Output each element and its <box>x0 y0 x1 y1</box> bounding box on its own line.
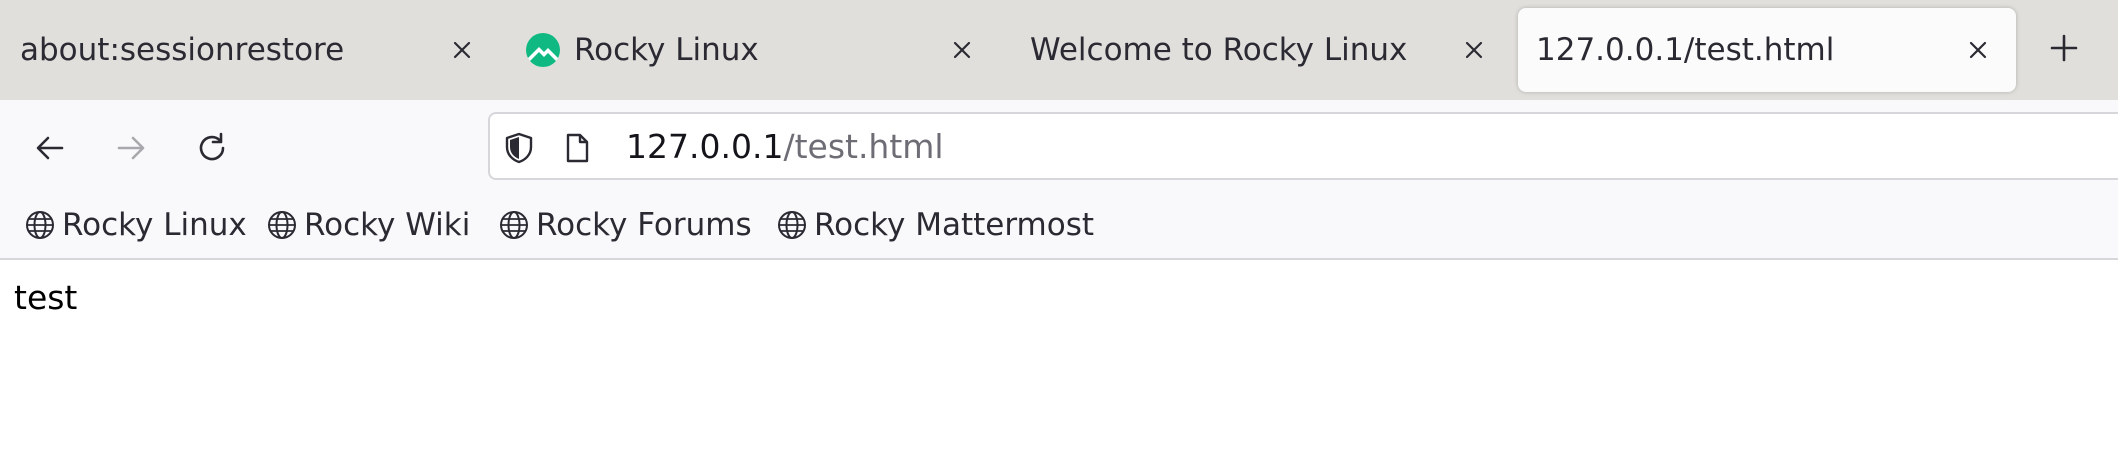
shield-icon[interactable] <box>502 131 536 165</box>
url-host: 127.0.0.1 <box>626 127 784 166</box>
url-text[interactable]: 127.0.0.1/test.html <box>626 124 944 170</box>
tab-welcome-rocky-linux[interactable]: Welcome to Rocky Linux <box>1008 8 1496 92</box>
bookmark-label: Rocky Wiki <box>304 207 471 243</box>
new-tab-plus-icon[interactable] <box>2044 28 2084 68</box>
tab-title: about:sessionrestore <box>20 32 345 68</box>
globe-icon <box>268 211 296 239</box>
bookmark-label: Rocky Forums <box>536 207 752 243</box>
tab-title: Welcome to Rocky Linux <box>1030 32 1408 68</box>
url-bar[interactable]: 127.0.0.1/test.html <box>488 112 2118 180</box>
tab-about-sessionrestore[interactable]: about:sessionrestore <box>8 8 496 92</box>
globe-icon <box>26 211 54 239</box>
tab-title: 127.0.0.1/test.html <box>1536 32 1835 68</box>
navigation-toolbar: 127.0.0.1/test.html <box>0 100 2118 194</box>
bookmark-rocky-wiki[interactable]: Rocky Wiki <box>266 200 470 250</box>
forward-arrow-icon[interactable] <box>113 130 149 166</box>
bookmark-rocky-forums[interactable]: Rocky Forums <box>498 200 752 250</box>
tab-strip: about:sessionrestore Rocky Linux Welcome… <box>0 0 2118 100</box>
close-icon[interactable] <box>1966 38 1990 62</box>
browser-window: about:sessionrestore Rocky Linux Welcome… <box>0 0 2118 462</box>
rocky-linux-logo-icon <box>526 33 560 68</box>
bookmark-label: Rocky Mattermost <box>814 207 1094 243</box>
bookmark-rocky-mattermost[interactable]: Rocky Mattermost <box>776 200 1094 250</box>
globe-icon <box>778 211 806 239</box>
close-icon[interactable] <box>950 38 974 62</box>
back-arrow-icon[interactable] <box>32 130 68 166</box>
bookmarks-toolbar: Rocky Linux Rocky Wiki Rocky Forums Rock… <box>0 194 2118 260</box>
globe-icon <box>500 211 528 239</box>
tab-title: Rocky Linux <box>574 32 759 68</box>
page-content: test <box>0 260 2118 462</box>
page-body-text: test <box>14 278 78 317</box>
tab-rocky-linux[interactable]: Rocky Linux <box>508 8 996 92</box>
close-icon[interactable] <box>450 38 474 62</box>
url-path: /test.html <box>783 127 944 166</box>
reload-icon[interactable] <box>194 130 230 166</box>
bookmark-label: Rocky Linux <box>62 207 247 243</box>
bookmark-rocky-linux[interactable]: Rocky Linux <box>24 200 247 250</box>
tab-test-html[interactable]: 127.0.0.1/test.html <box>1518 8 2016 92</box>
page-icon[interactable] <box>560 131 594 165</box>
close-icon[interactable] <box>1462 38 1486 62</box>
